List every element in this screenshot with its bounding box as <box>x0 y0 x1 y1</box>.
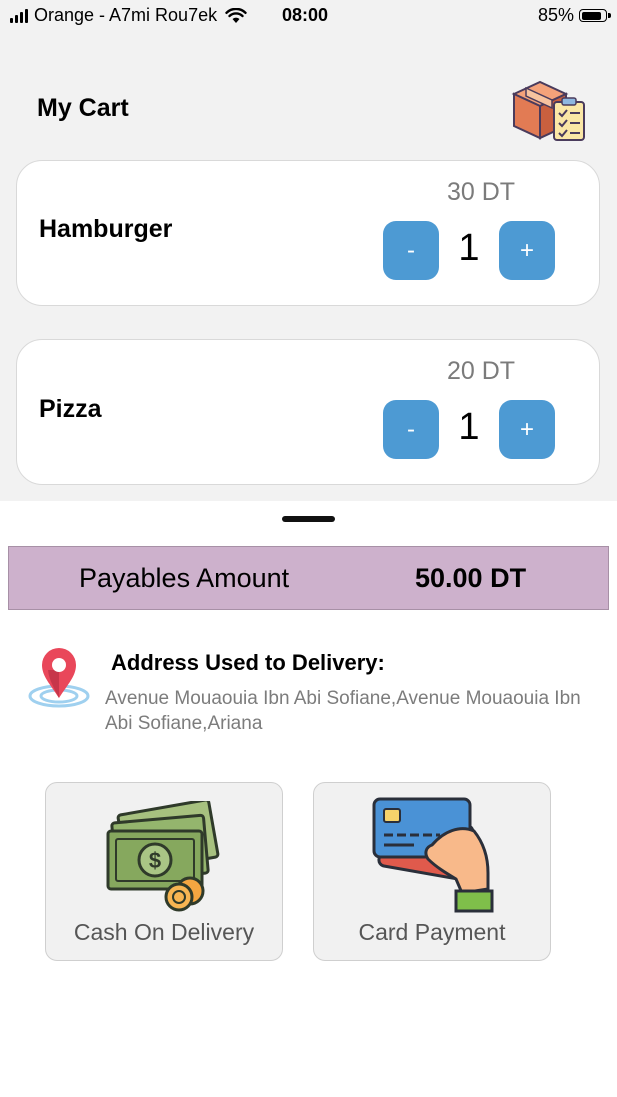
address-title: Address Used to Delivery: <box>111 650 385 675</box>
clock: 08:00 <box>282 5 329 25</box>
card-payment-label: Card Payment <box>358 919 506 945</box>
item-price: 30 DT <box>447 178 516 206</box>
address-text: Avenue Mouaouia Ibn Abi Sofiane,Avenue M… <box>105 688 581 734</box>
item-price: 20 DT <box>447 357 516 385</box>
wifi-icon <box>225 7 247 23</box>
status-bar: Orange - A7mi Rou7ek 08:00 85% <box>0 0 617 32</box>
page-title: My Cart <box>37 94 129 122</box>
map-pin-icon <box>28 648 90 708</box>
cart-item: Pizza 20 DT - 1 + <box>16 339 600 485</box>
battery-percent: 85% <box>537 5 574 25</box>
item-quantity: 1 <box>458 227 480 269</box>
carrier-name: Orange - A7mi Rou7ek <box>34 5 218 25</box>
battery-icon <box>579 9 611 22</box>
decrease-quantity-button[interactable]: - <box>383 400 439 459</box>
payables-label: Payables Amount <box>79 563 290 593</box>
payables-amount: 50.00 DT <box>415 563 527 593</box>
cash-on-delivery-button[interactable]: $ Cash On Delivery <box>45 782 283 961</box>
cart-item: Hamburger 30 DT - 1 + <box>16 160 600 306</box>
delivery-box-checklist-icon[interactable] <box>510 72 588 144</box>
increase-quantity-button[interactable]: + <box>499 221 555 280</box>
carrier-group: Orange - A7mi Rou7ek <box>10 5 247 26</box>
signal-icon <box>10 8 28 23</box>
sheet-drag-handle[interactable] <box>282 516 335 522</box>
battery-group: 85% <box>537 5 611 26</box>
card-payment-button[interactable]: Card Payment <box>313 782 551 961</box>
credit-card-icon <box>372 797 494 913</box>
payables-bar: Payables Amount 50.00 DT <box>8 546 609 610</box>
cash-icon: $ <box>106 801 220 912</box>
item-quantity: 1 <box>458 406 480 448</box>
item-name: Pizza <box>39 395 102 423</box>
decrease-quantity-button[interactable]: - <box>383 221 439 280</box>
increase-quantity-button[interactable]: + <box>499 400 555 459</box>
cash-on-delivery-label: Cash On Delivery <box>73 919 255 945</box>
item-name: Hamburger <box>39 215 173 243</box>
svg-text:$: $ <box>149 848 161 873</box>
